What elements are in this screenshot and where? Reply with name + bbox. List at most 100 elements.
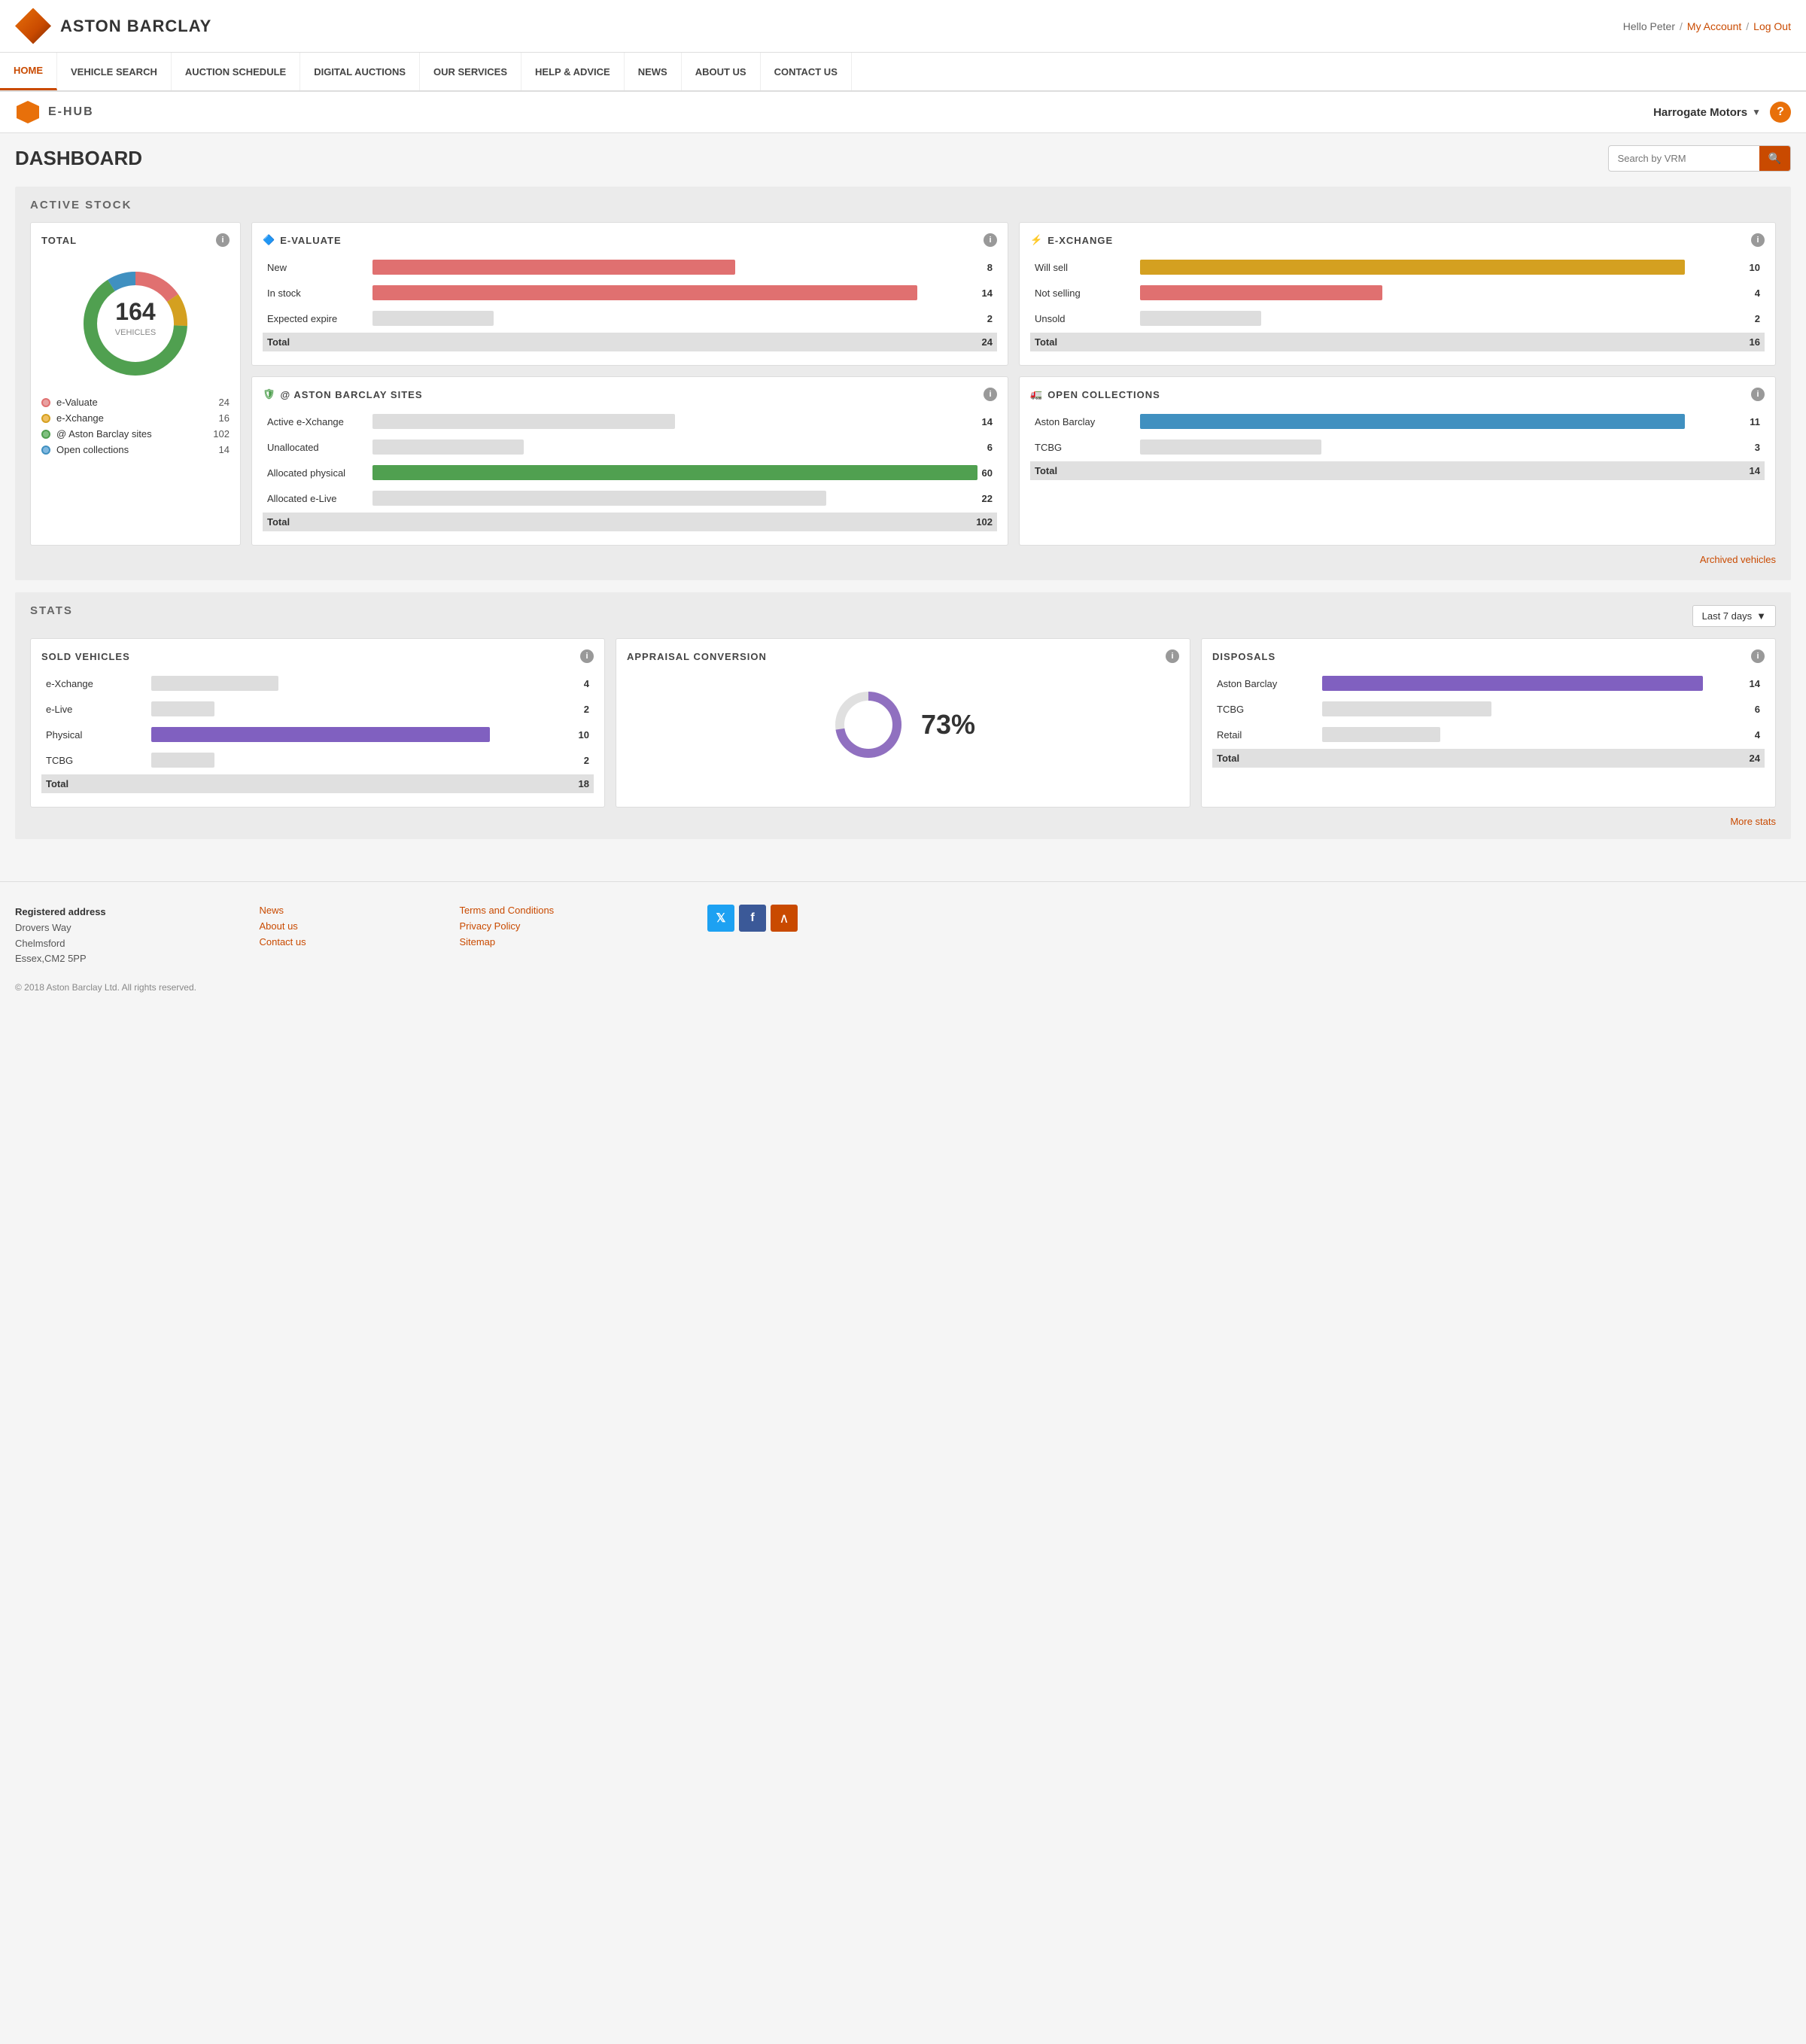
stat-value-unallocated: 6: [977, 442, 993, 453]
ehub-left: E-HUB: [15, 99, 94, 125]
exchange-info-icon[interactable]: i: [1751, 233, 1765, 247]
stat-label-disp-aston: Aston Barclay: [1217, 678, 1322, 689]
donut-chart: 164 VEHICLES: [75, 263, 196, 384]
footer-link-terms[interactable]: Terms and Conditions: [459, 905, 554, 916]
stat-label-instock: In stock: [267, 287, 372, 299]
legend-label-exchange: e-Xchange: [56, 412, 104, 424]
evaluate-card-title: 🔷 E-VALUATE: [263, 234, 342, 246]
dealer-selector[interactable]: Harrogate Motors ▼: [1653, 106, 1761, 119]
stat-bar-unallocated: [372, 440, 524, 455]
donut-container: 164 VEHICLES e-Valuate 24: [41, 256, 230, 465]
legend-label-evaluate: e-Valuate: [56, 397, 98, 408]
more-stats-link[interactable]: More stats: [1730, 816, 1776, 827]
dashboard-header: DASHBOARD 🔍: [0, 133, 1806, 179]
archived-vehicles-link[interactable]: Archived vehicles: [1700, 554, 1776, 565]
evaluate-icon: 🔷: [263, 234, 275, 246]
more-stats-link-container: More stats: [30, 815, 1776, 827]
footer-link-contact[interactable]: Contact us: [259, 936, 306, 947]
total-label-exchange: Total: [1035, 336, 1140, 348]
nav-our-services[interactable]: OUR SERVICES: [420, 53, 521, 90]
legend-label-open: Open collections: [56, 444, 129, 455]
nav-auction-schedule[interactable]: AUCTION SCHEDULE: [172, 53, 300, 90]
aston-sites-card-title: 🛡 @ ASTON BARCLAY SITES: [263, 388, 423, 400]
footer-link-about[interactable]: About us: [259, 920, 306, 932]
right-cards-col: 🔷 E-VALUATE i New 8: [251, 222, 1776, 546]
stat-row-willsell: Will sell 10: [1030, 256, 1765, 278]
stat-bar-disp-retail: [1322, 727, 1440, 742]
stat-bar-expire: [372, 311, 494, 326]
sold-vehicles-card: SOLD VEHICLES i e-Xchange 4 e-Live: [30, 638, 605, 808]
nav-news[interactable]: NEWS: [625, 53, 682, 90]
open-collections-rows: Aston Barclay 11 TCBG: [1030, 410, 1765, 480]
twitter-button[interactable]: 𝕏: [707, 905, 734, 932]
stat-value-disp-tcbg: 6: [1745, 704, 1760, 715]
legend-count-exchange: 16: [219, 412, 230, 424]
nav-vehicle-search[interactable]: VEHICLE SEARCH: [57, 53, 172, 90]
legend-label-aston: @ Aston Barclay sites: [56, 428, 152, 440]
aston-sites-info-icon[interactable]: i: [984, 388, 997, 401]
stat-row-disp-retail: Retail 4: [1212, 723, 1765, 746]
sold-vehicles-title: SOLD VEHICLES: [41, 651, 130, 662]
nav-help-advice[interactable]: HELP & ADVICE: [521, 53, 625, 90]
evaluate-info-icon[interactable]: i: [984, 233, 997, 247]
aston-sites-rows: Active e-Xchange 14 Unallocated: [263, 410, 997, 531]
open-collections-card: 🚛 OPEN COLLECTIONS i Aston Barclay: [1019, 376, 1776, 546]
sold-vehicles-info-icon[interactable]: i: [580, 649, 594, 663]
stats-section-title: STATS: [30, 604, 73, 617]
ehub-label: E-HUB: [48, 105, 94, 119]
search-input[interactable]: [1609, 148, 1759, 169]
footer-address: Registered address Drovers Way Chelmsfor…: [15, 905, 106, 967]
help-button[interactable]: ?: [1770, 102, 1791, 123]
stat-bar-alloc-physical: [372, 465, 977, 480]
aston-sites-icon: 🛡: [263, 388, 276, 400]
nav-contact-us[interactable]: CONTACT US: [761, 53, 852, 90]
stat-label-expire: Expected expire: [267, 313, 372, 324]
stat-value-tcbg-oc: 3: [1745, 442, 1760, 453]
nav-digital-auctions[interactable]: DIGITAL AUCTIONS: [300, 53, 420, 90]
footer-address-line2: Chelmsford: [15, 938, 65, 949]
total-info-icon[interactable]: i: [216, 233, 230, 247]
sold-vehicles-rows: e-Xchange 4 e-Live 2 Physi: [41, 672, 594, 793]
stat-bar-sv-elive: [151, 701, 214, 716]
nav-about-us[interactable]: ABOUT US: [682, 53, 761, 90]
open-collections-info-icon[interactable]: i: [1751, 388, 1765, 401]
stat-label-new: New: [267, 262, 372, 273]
greeting-text: Hello Peter: [1623, 20, 1675, 32]
legend-item-aston: @ Aston Barclay sites 102: [41, 426, 230, 442]
total-label-sv: Total: [46, 778, 151, 789]
stats-filter-select[interactable]: Last 7 days ▼: [1692, 605, 1776, 627]
scroll-top-button[interactable]: ∧: [771, 905, 798, 932]
legend-dot-exchange: [41, 414, 50, 423]
footer-link-sitemap[interactable]: Sitemap: [459, 936, 554, 947]
footer-link-news[interactable]: News: [259, 905, 306, 916]
open-collections-card-title: 🚛 OPEN COLLECTIONS: [1030, 388, 1160, 400]
stat-value-alloc-physical: 60: [977, 467, 993, 479]
nav-home[interactable]: HOME: [0, 53, 57, 90]
facebook-button[interactable]: f: [739, 905, 766, 932]
stat-value-active-exchange: 14: [977, 416, 993, 427]
exchange-card: ⚡ E-XCHANGE i Will sell 10: [1019, 222, 1776, 366]
disposals-info-icon[interactable]: i: [1751, 649, 1765, 663]
exchange-icon: ⚡: [1030, 234, 1043, 246]
ehub-bar: E-HUB Harrogate Motors ▼ ?: [0, 92, 1806, 133]
footer-address-line3: Essex,CM2 5PP: [15, 953, 87, 964]
total-card-title: TOTAL: [41, 235, 77, 246]
stat-value-unsold: 2: [1745, 313, 1760, 324]
stat-value-aston-barclay-oc: 11: [1745, 416, 1760, 427]
total-card-header: TOTAL i: [41, 233, 230, 247]
search-button[interactable]: 🔍: [1759, 146, 1790, 171]
total-value-evaluate: 24: [977, 336, 993, 348]
stat-row-disp-tcbg: TCBG 6: [1212, 698, 1765, 720]
appraisal-info-icon[interactable]: i: [1166, 649, 1179, 663]
stat-row-total-disp: Total 24: [1212, 749, 1765, 768]
my-account-link[interactable]: My Account: [1687, 20, 1741, 32]
total-label-oc: Total: [1035, 465, 1140, 476]
stat-value-sv-tcbg: 2: [574, 755, 589, 766]
stat-bar-sv-exch: [151, 676, 278, 691]
stat-label-willsell: Will sell: [1035, 262, 1140, 273]
footer-link-privacy[interactable]: Privacy Policy: [459, 920, 554, 932]
stat-label-sv-exch: e-Xchange: [46, 678, 151, 689]
log-out-link[interactable]: Log Out: [1753, 20, 1791, 32]
stat-row-total-aston: Total 102: [263, 513, 997, 531]
stat-row-unsold: Unsold 2: [1030, 307, 1765, 330]
